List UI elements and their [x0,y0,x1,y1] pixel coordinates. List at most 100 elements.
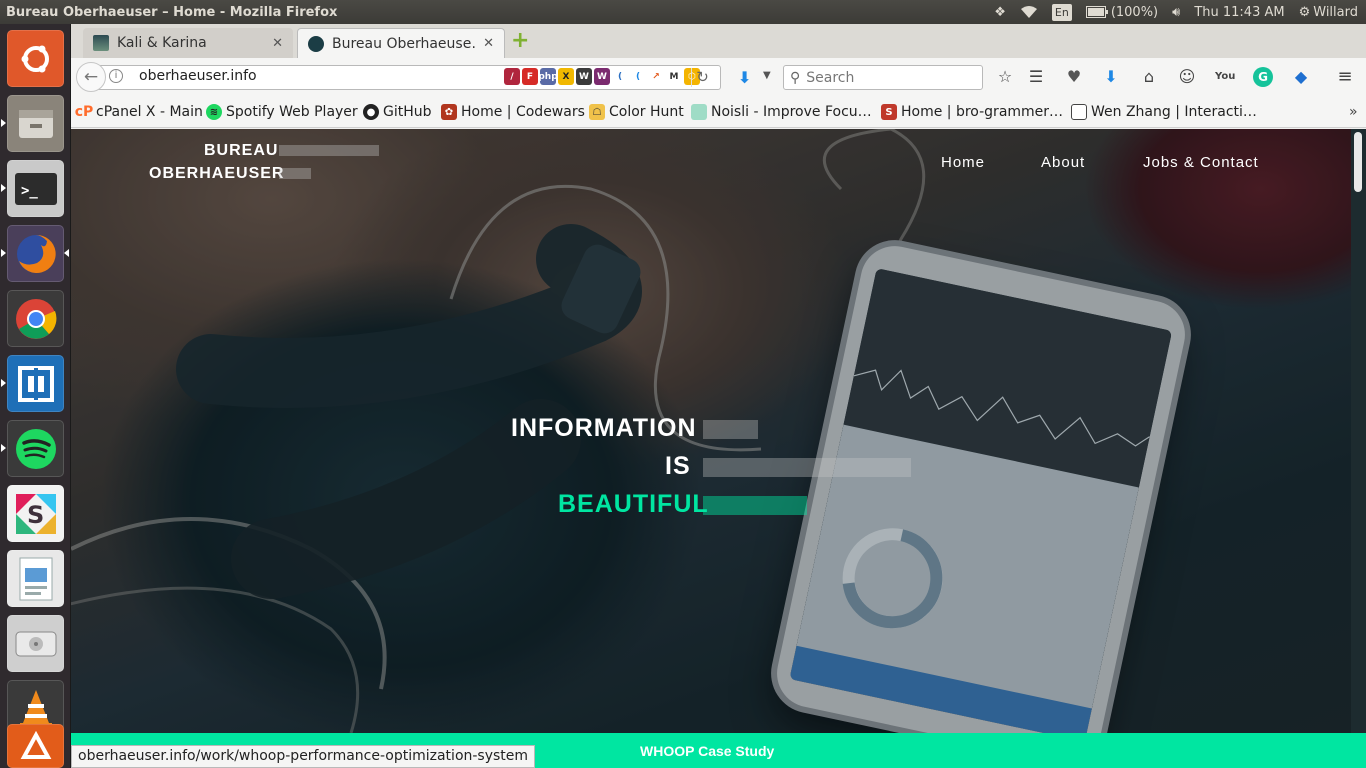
brand-accent-bar [279,145,379,156]
youtube-icon[interactable]: You [1215,67,1235,87]
bookmark-codewars[interactable]: ✿ Home | Codewars [441,104,585,120]
session-menu[interactable]: ⚙ Willard [1299,5,1358,20]
firefox-icon[interactable] [7,225,64,282]
back-button[interactable]: ← [76,62,106,92]
spotify-icon: ≋ [206,104,222,120]
tab-strip: Kali & Karina ✕ Bureau Oberhaeuse… ✕ + [71,24,1366,58]
extension-icon[interactable]: F [522,68,538,85]
close-icon[interactable]: ✕ [483,36,494,51]
slack-icon[interactable]: S [7,485,64,542]
status-link-tooltip: oberhaeuser.info/work/whoop-performance-… [71,745,536,768]
close-icon[interactable]: ✕ [272,36,283,51]
codewars-icon: ✿ [441,104,457,120]
case-study-link[interactable]: WHOOP Case Study [640,743,774,759]
svg-text:S: S [27,501,44,529]
bookmark-star-icon[interactable]: ☆ [995,67,1015,87]
running-indicator [1,379,6,387]
volume-icon[interactable]: 🔊︎ [1172,5,1180,20]
bookmark-spotify[interactable]: ≋ Spotify Web Player [206,104,358,120]
page-icon [1071,104,1087,120]
dropbox-icon[interactable]: ❖ [994,5,1006,20]
clock[interactable]: Thu 11:43 AM [1194,5,1284,20]
remote-desktop-icon[interactable] [7,355,64,412]
chat-icon[interactable]: ☺ [1177,67,1197,87]
battery-icon [1085,6,1108,18]
home-icon[interactable]: ⌂ [1139,67,1159,87]
bookmark-label: GitHub [383,104,432,120]
keyboard-layout-indicator[interactable]: En [1051,3,1072,21]
menu-icon[interactable]: ≡ [1335,67,1355,87]
bookmarks-overflow-button[interactable]: » [1349,104,1358,120]
running-indicator [1,184,6,192]
window-title: Bureau Oberhaeuser – Home - Mozilla Fire… [6,4,338,20]
bookmark-label: Home | bro-grammer… [901,104,1064,120]
focused-indicator [64,249,69,257]
download-icon[interactable]: ⬇ [738,68,751,87]
url-extensions: / F php X W W ( ( ↗ M ⬡ [504,68,700,85]
extension-icon[interactable]: ( [612,68,628,85]
downloads-icon[interactable]: ⬇ [1101,67,1121,87]
wifi-icon[interactable] [1020,5,1038,19]
reload-button[interactable]: ↻ [691,68,713,87]
ubuntu-dash-icon[interactable] [7,30,64,87]
chevron-down-icon[interactable]: ▼ [763,70,771,81]
wordpress-icon[interactable]: W [576,68,592,85]
libreoffice-impress-icon[interactable] [7,550,64,607]
extension-icon[interactable]: W [594,68,610,85]
bookmark-bro-grammer[interactable]: S Home | bro-grammer… [881,104,1063,120]
brand-name-line2[interactable]: OBERHAEUSER [149,165,284,183]
nav-home-link[interactable]: Home [941,154,985,171]
files-icon[interactable] [7,95,64,152]
info-icon[interactable]: i [109,69,123,83]
extension-icon[interactable]: / [504,68,520,85]
battery-percent: (100%) [1110,4,1159,20]
hero-bar-accent [703,496,807,515]
noisli-icon [691,104,707,120]
bookmark-label: Spotify Web Player [226,104,358,120]
brand-accent-bar [279,168,311,179]
bookmark-color-hunt[interactable]: ☖ Color Hunt [589,104,684,120]
spotify-icon[interactable] [7,420,64,477]
pocket-icon[interactable]: ♥ [1064,67,1084,87]
bookmarks-toolbar: cP cPanel X - Main ≋ Spotify Web Player … [71,96,1366,128]
github-icon: ● [363,104,379,120]
extension-icon[interactable]: ( [630,68,646,85]
navigation-bar: ← i oberhaeuser.info / F php X W W ( ( ↗… [71,58,1366,96]
nav-about-link[interactable]: About [1041,154,1085,171]
software-updater-icon[interactable] [7,724,64,768]
gear-icon: ⚙ [1298,4,1311,20]
battery-indicator[interactable]: (100%) [1085,4,1159,20]
color-hunt-icon: ☖ [589,104,605,120]
tab-bureau-oberhaeuser[interactable]: Bureau Oberhaeuse… ✕ [297,28,505,58]
search-bar[interactable]: ⚲ Search [783,65,983,90]
chrome-icon[interactable] [7,290,64,347]
extension-icon[interactable]: M [666,68,682,85]
new-tab-button[interactable]: + [511,30,531,52]
tab-kali-karina[interactable]: Kali & Karina ✕ [83,28,293,58]
page-scrollbar-thumb[interactable] [1354,132,1362,192]
extension-icon[interactable]: X [558,68,574,85]
web-page: BUREAU OBERHAEUSER Home About Jobs & Con… [71,129,1366,768]
page-scrollbar-track[interactable] [1351,129,1366,733]
url-text[interactable]: oberhaeuser.info [139,68,257,84]
bookmark-label: Home | Codewars [461,104,585,120]
terminal-icon[interactable]: >_ [7,160,64,217]
running-indicator [1,119,6,127]
nav-jobs-contact-link[interactable]: Jobs & Contact [1143,154,1259,171]
bookmark-noisli[interactable]: Noisli - Improve Focu… [691,104,872,120]
reading-list-icon[interactable]: ☰ [1026,67,1046,87]
grammarly-icon[interactable]: G [1253,67,1273,87]
tab-favicon [93,35,109,51]
chart-extension-icon[interactable]: ↗ [648,68,664,85]
disks-icon[interactable] [7,615,64,672]
bookmark-cpanel[interactable]: cP cPanel X - Main [75,104,203,120]
user-name: Willard [1313,4,1358,20]
bookmark-wen-zhang[interactable]: Wen Zhang | Interacti… [1071,104,1257,120]
search-placeholder: Search [806,69,855,86]
bookmark-github[interactable]: ● GitHub [363,104,432,120]
running-indicator [1,249,6,257]
extension-icon[interactable]: ◆ [1291,67,1311,87]
bookmark-label: Wen Zhang | Interacti… [1091,104,1257,120]
php-extension-icon[interactable]: php [538,68,558,85]
brand-name-line1[interactable]: BUREAU [204,142,278,160]
